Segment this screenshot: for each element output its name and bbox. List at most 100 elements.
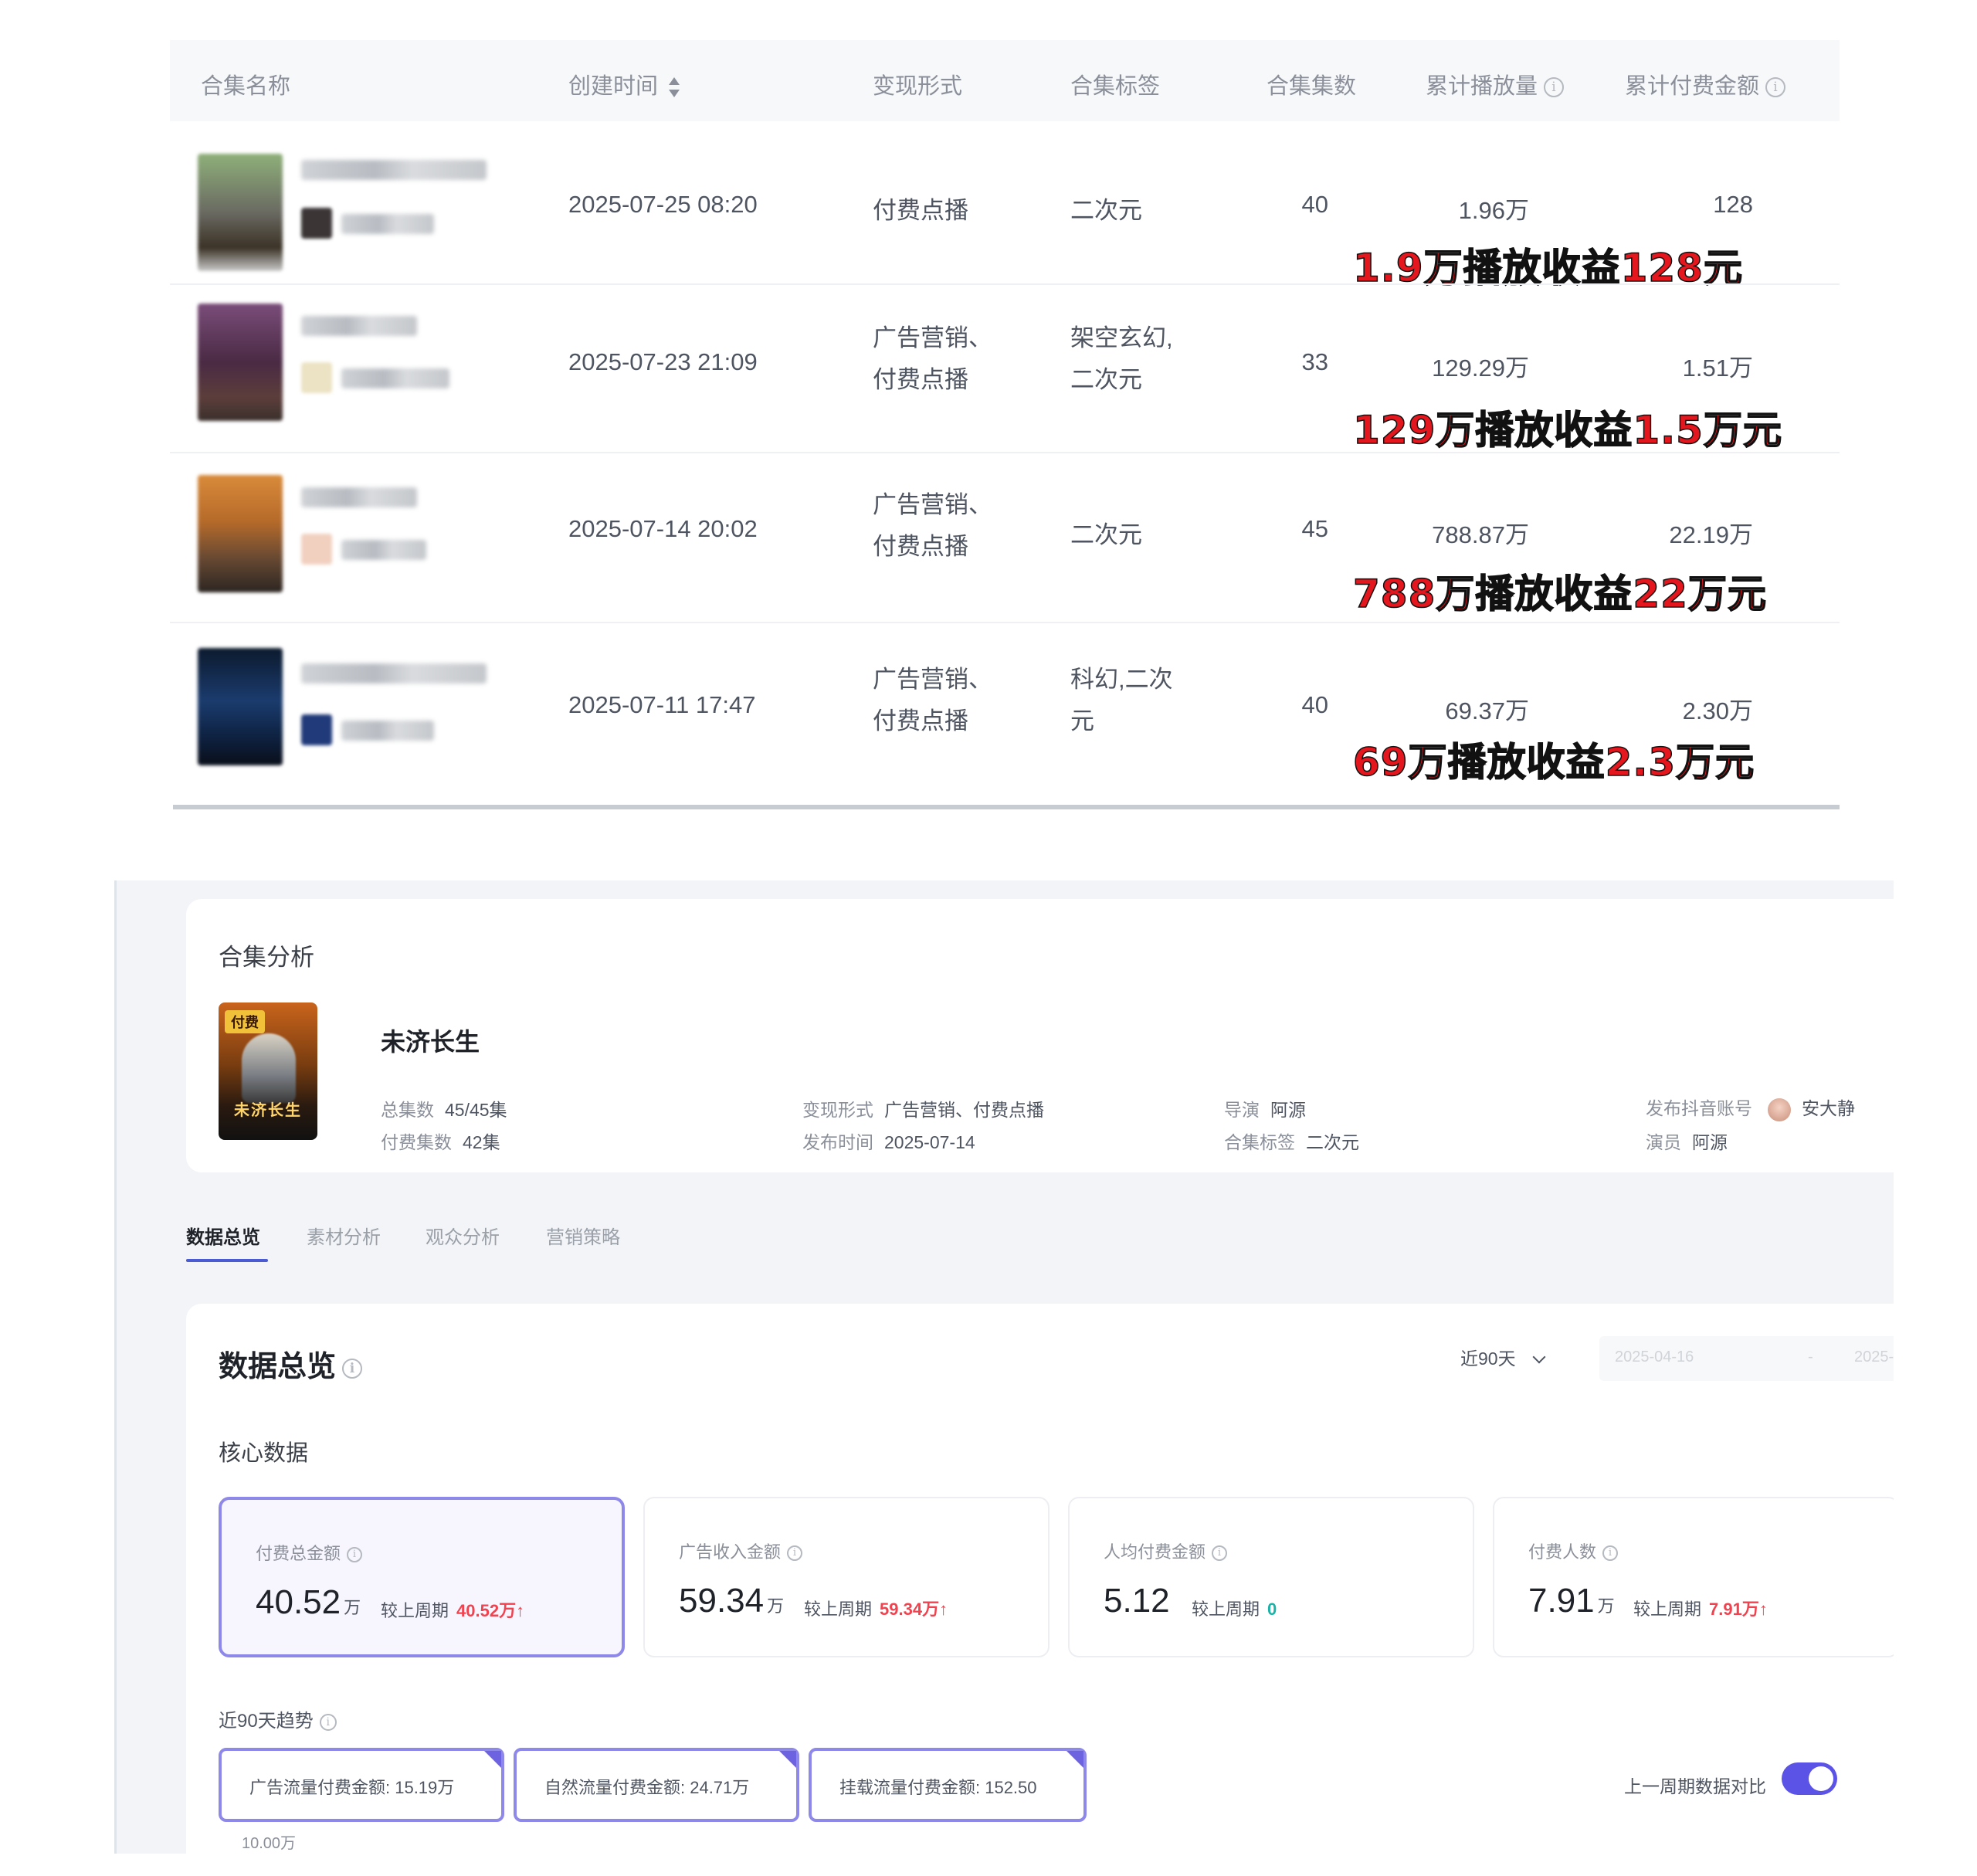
compare-toggle[interactable] bbox=[1782, 1762, 1837, 1795]
episodes: 33 bbox=[1301, 348, 1328, 375]
metric-card-paid-users[interactable]: 付费人数 i 7.91 万 较上周期 7.91万↑ bbox=[1493, 1497, 1894, 1657]
plays: 788.87万 bbox=[1432, 521, 1529, 548]
info-icon[interactable]: i bbox=[342, 1358, 363, 1379]
collection-info-card: 合集分析 付费 未济长生 未济长生 总集数 45/45集 付费集数 42集 变现形式… bbox=[186, 899, 1894, 1172]
tab-overview[interactable]: 数据总览 bbox=[186, 1222, 260, 1249]
tab-marketing[interactable]: 营销策略 bbox=[546, 1222, 620, 1249]
metric-compare: 较上周期 40.52万↑ bbox=[381, 1601, 525, 1620]
metric-card-avg-paid[interactable]: 人均付费金额 i 5.12 较上周期 0 bbox=[1068, 1497, 1474, 1657]
collection-name-blurred bbox=[301, 316, 417, 336]
account-avatar-blurred bbox=[301, 208, 332, 239]
sort-icon[interactable] bbox=[667, 76, 681, 99]
table-row[interactable]: 2025-07-23 21:09 广告营销、 付费点播 架空玄幻, 二次元 33 1… bbox=[170, 285, 1840, 453]
trend-title: 近90天趋势 i bbox=[219, 1705, 337, 1732]
meta-director: 导演 阿源 bbox=[1224, 1100, 1306, 1120]
col-monetization-header: 变现形式 bbox=[873, 74, 963, 99]
collection-poster[interactable]: 付费 未济长生 bbox=[219, 1002, 317, 1140]
card-title: 合集分析 bbox=[219, 944, 314, 971]
monetization: 广告营销、 付费点播 bbox=[873, 324, 992, 393]
chevron-down-icon bbox=[1532, 1350, 1546, 1364]
col-episodes-header: 合集集数 bbox=[1267, 74, 1357, 99]
plays: 69.37万 bbox=[1445, 697, 1529, 724]
metric-label: 人均付费金额 i bbox=[1104, 1538, 1228, 1563]
collection-name-blurred bbox=[301, 487, 417, 507]
table-row[interactable]: 2025-07-25 08:20 付费点播 二次元 40 1.96万 128 1… bbox=[170, 121, 1840, 291]
col-created-header[interactable]: 创建时间 bbox=[568, 68, 681, 100]
account-name-blurred bbox=[341, 368, 449, 388]
date-start: 2025-04-16 bbox=[1615, 1348, 1694, 1365]
metric-compare: 较上周期 7.91万↑ bbox=[1633, 1600, 1768, 1619]
poster-title: 未济长生 bbox=[234, 1102, 302, 1119]
drama-title: 未济长生 bbox=[381, 1028, 480, 1056]
col-tags-header: 合集标签 bbox=[1070, 74, 1161, 99]
metric-card-total-paid[interactable]: 付费总金额 i 40.52 万 较上周期 40.52万↑ bbox=[219, 1497, 625, 1657]
page: 合集名称 创建时间 变现形式 合集标签 合集集数 累计播放量 i 累计付费金额 i … bbox=[0, 0, 1977, 1876]
info-icon[interactable]: i bbox=[1212, 1545, 1228, 1562]
table-header: 合集名称 创建时间 变现形式 合集标签 合集集数 累计播放量 i 累计付费金额 i bbox=[170, 40, 1840, 121]
created-time: 2025-07-23 21:09 bbox=[568, 348, 758, 375]
range-select[interactable]: 近90天 bbox=[1460, 1344, 1584, 1378]
metric-value: 40.52 万 bbox=[256, 1583, 361, 1621]
date-separator: - bbox=[1808, 1348, 1813, 1365]
info-icon[interactable]: i bbox=[787, 1545, 803, 1562]
paid-amount: 1.51万 bbox=[1682, 355, 1753, 382]
meta-monetization: 变现形式 广告营销、付费点播 bbox=[802, 1100, 1044, 1120]
active-tab-indicator bbox=[186, 1259, 268, 1262]
series-toggle-natural-traffic[interactable]: 自然流量付费金额: 24.71万 bbox=[514, 1748, 799, 1822]
revenue-annotation: 129万播放收益1.5万元 bbox=[1352, 407, 1782, 453]
collection-cover bbox=[198, 475, 283, 592]
table-row[interactable]: 2025-07-11 17:47 广告营销、 付费点播 科幻,二次元 40 69.… bbox=[170, 623, 1840, 801]
metric-label: 广告收入金额 i bbox=[679, 1538, 803, 1563]
paid-amount: 128 bbox=[1713, 191, 1753, 218]
date-range-picker[interactable]: 2025-04-16 - 2025-( bbox=[1599, 1336, 1894, 1381]
created-time: 2025-07-14 20:02 bbox=[568, 515, 758, 542]
info-icon[interactable]: i bbox=[347, 1547, 363, 1563]
meta-account[interactable]: 发布抖音账号 安大静 bbox=[1646, 1094, 1855, 1121]
series-toggle-mounted-traffic[interactable]: 挂载流量付费金额: 152.50 bbox=[809, 1748, 1087, 1822]
tab-bar: 数据总览 素材分析 观众分析 营销策略 bbox=[186, 1222, 649, 1268]
series-toggle-ad-traffic[interactable]: 广告流量付费金额: 15.19万 bbox=[219, 1748, 504, 1822]
account-name-blurred bbox=[341, 214, 434, 234]
meta-publish-time: 发布时间 2025-07-14 bbox=[802, 1132, 975, 1152]
col-paid-header: 累计付费金额 i bbox=[1625, 68, 1786, 100]
metric-value: 7.91 万 bbox=[1528, 1582, 1615, 1620]
account-avatar-blurred bbox=[301, 534, 332, 565]
metric-compare: 较上周期 0 bbox=[1192, 1600, 1277, 1619]
overview-card: 数据总览i 近90天 2025-04-16 - 2025-( 核心数据 付费总金… bbox=[186, 1304, 1894, 1854]
y-axis-tick: 10.00万 bbox=[242, 1835, 297, 1852]
collection-cover bbox=[198, 304, 283, 421]
info-icon[interactable]: i bbox=[1765, 77, 1786, 98]
episodes: 40 bbox=[1301, 191, 1328, 218]
info-icon[interactable]: i bbox=[1602, 1545, 1619, 1562]
account-avatar-blurred bbox=[301, 362, 332, 393]
tab-audience[interactable]: 观众分析 bbox=[426, 1222, 500, 1249]
revenue-annotation: 69万播放收益2.3万元 bbox=[1352, 739, 1755, 785]
metric-label: 付费总金额 i bbox=[256, 1540, 363, 1565]
account-avatar-blurred bbox=[301, 714, 332, 745]
collection-cover bbox=[198, 154, 283, 271]
paid-amount: 2.30万 bbox=[1682, 697, 1753, 724]
tags: 二次元 bbox=[1070, 521, 1142, 548]
collection-name-blurred bbox=[301, 160, 487, 180]
info-icon[interactable]: i bbox=[319, 1713, 337, 1731]
paid-badge: 付费 bbox=[225, 1010, 265, 1033]
monetization: 广告营销、 付费点播 bbox=[873, 491, 992, 560]
date-end: 2025-( bbox=[1854, 1348, 1894, 1365]
episodes: 45 bbox=[1301, 515, 1328, 542]
plays: 1.96万 bbox=[1458, 197, 1529, 224]
collection-name-blurred bbox=[301, 663, 487, 684]
created-time: 2025-07-25 08:20 bbox=[568, 191, 758, 218]
created-time: 2025-07-11 17:47 bbox=[568, 691, 756, 718]
monetization: 付费点播 bbox=[873, 197, 968, 224]
tab-material[interactable]: 素材分析 bbox=[307, 1222, 381, 1249]
metric-value: 5.12 bbox=[1104, 1582, 1170, 1620]
metric-card-ad-income[interactable]: 广告收入金额 i 59.34 万 较上周期 59.34万↑ bbox=[643, 1497, 1050, 1657]
collection-cover bbox=[198, 648, 283, 765]
table-row[interactable]: 2025-07-14 20:02 广告营销、 付费点播 二次元 45 788.87… bbox=[170, 453, 1840, 623]
info-icon[interactable]: i bbox=[1544, 77, 1565, 98]
monetization: 广告营销、 付费点播 bbox=[873, 666, 992, 734]
analysis-dashboard: 合集分析 付费 未济长生 未济长生 总集数 45/45集 付费集数 42集 变现形式… bbox=[114, 880, 1894, 1854]
core-data-title: 核心数据 bbox=[219, 1441, 309, 1466]
meta-total-episodes: 总集数 45/45集 bbox=[381, 1100, 507, 1120]
meta-actor: 演员 阿源 bbox=[1646, 1132, 1728, 1152]
